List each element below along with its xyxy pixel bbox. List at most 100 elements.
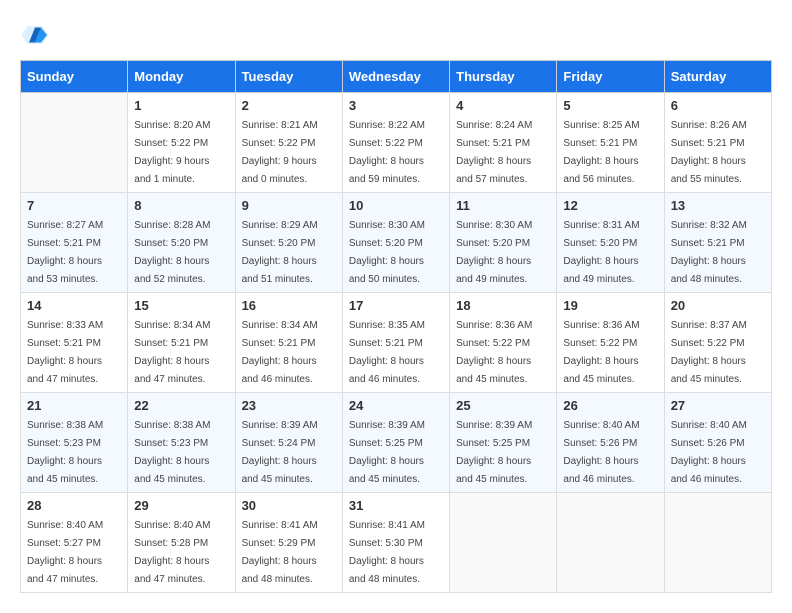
day-number: 17 [349, 298, 443, 313]
day-cell: 6 Sunrise: 8:26 AMSunset: 5:21 PMDayligh… [664, 93, 771, 193]
week-row-5: 28 Sunrise: 8:40 AMSunset: 5:27 PMDaylig… [21, 493, 772, 593]
day-cell: 15 Sunrise: 8:34 AMSunset: 5:21 PMDaylig… [128, 293, 235, 393]
day-info: Sunrise: 8:26 AMSunset: 5:21 PMDaylight:… [671, 120, 747, 185]
day-info: Sunrise: 8:34 AMSunset: 5:21 PMDaylight:… [242, 320, 318, 385]
day-number: 30 [242, 498, 336, 513]
logo [20, 20, 54, 50]
day-info: Sunrise: 8:36 AMSunset: 5:22 PMDaylight:… [456, 320, 532, 385]
day-info: Sunrise: 8:40 AMSunset: 5:26 PMDaylight:… [563, 420, 639, 485]
day-info: Sunrise: 8:31 AMSunset: 5:20 PMDaylight:… [563, 220, 639, 285]
day-cell: 10 Sunrise: 8:30 AMSunset: 5:20 PMDaylig… [342, 193, 449, 293]
day-number: 2 [242, 98, 336, 113]
day-number: 8 [134, 198, 228, 213]
day-number: 5 [563, 98, 657, 113]
day-info: Sunrise: 8:20 AMSunset: 5:22 PMDaylight:… [134, 120, 210, 185]
day-info: Sunrise: 8:32 AMSunset: 5:21 PMDaylight:… [671, 220, 747, 285]
day-info: Sunrise: 8:39 AMSunset: 5:25 PMDaylight:… [349, 420, 425, 485]
day-info: Sunrise: 8:40 AMSunset: 5:26 PMDaylight:… [671, 420, 747, 485]
day-info: Sunrise: 8:27 AMSunset: 5:21 PMDaylight:… [27, 220, 103, 285]
week-row-4: 21 Sunrise: 8:38 AMSunset: 5:23 PMDaylig… [21, 393, 772, 493]
day-info: Sunrise: 8:41 AMSunset: 5:29 PMDaylight:… [242, 520, 318, 585]
day-info: Sunrise: 8:24 AMSunset: 5:21 PMDaylight:… [456, 120, 532, 185]
day-info: Sunrise: 8:29 AMSunset: 5:20 PMDaylight:… [242, 220, 318, 285]
week-row-3: 14 Sunrise: 8:33 AMSunset: 5:21 PMDaylig… [21, 293, 772, 393]
day-cell: 23 Sunrise: 8:39 AMSunset: 5:24 PMDaylig… [235, 393, 342, 493]
day-info: Sunrise: 8:33 AMSunset: 5:21 PMDaylight:… [27, 320, 103, 385]
day-info: Sunrise: 8:41 AMSunset: 5:30 PMDaylight:… [349, 520, 425, 585]
day-number: 28 [27, 498, 121, 513]
day-cell: 1 Sunrise: 8:20 AMSunset: 5:22 PMDayligh… [128, 93, 235, 193]
day-number: 4 [456, 98, 550, 113]
day-cell: 16 Sunrise: 8:34 AMSunset: 5:21 PMDaylig… [235, 293, 342, 393]
week-row-1: 1 Sunrise: 8:20 AMSunset: 5:22 PMDayligh… [21, 93, 772, 193]
day-number: 3 [349, 98, 443, 113]
day-number: 14 [27, 298, 121, 313]
day-number: 19 [563, 298, 657, 313]
day-cell: 31 Sunrise: 8:41 AMSunset: 5:30 PMDaylig… [342, 493, 449, 593]
day-number: 20 [671, 298, 765, 313]
col-header-monday: Monday [128, 61, 235, 93]
day-info: Sunrise: 8:21 AMSunset: 5:22 PMDaylight:… [242, 120, 318, 185]
day-info: Sunrise: 8:40 AMSunset: 5:27 PMDaylight:… [27, 520, 103, 585]
day-info: Sunrise: 8:30 AMSunset: 5:20 PMDaylight:… [456, 220, 532, 285]
day-cell: 3 Sunrise: 8:22 AMSunset: 5:22 PMDayligh… [342, 93, 449, 193]
week-row-2: 7 Sunrise: 8:27 AMSunset: 5:21 PMDayligh… [21, 193, 772, 293]
day-cell: 21 Sunrise: 8:38 AMSunset: 5:23 PMDaylig… [21, 393, 128, 493]
day-number: 22 [134, 398, 228, 413]
day-cell: 22 Sunrise: 8:38 AMSunset: 5:23 PMDaylig… [128, 393, 235, 493]
day-info: Sunrise: 8:22 AMSunset: 5:22 PMDaylight:… [349, 120, 425, 185]
day-number: 6 [671, 98, 765, 113]
logo-icon [20, 20, 50, 50]
day-cell: 2 Sunrise: 8:21 AMSunset: 5:22 PMDayligh… [235, 93, 342, 193]
day-cell [450, 493, 557, 593]
day-cell: 12 Sunrise: 8:31 AMSunset: 5:20 PMDaylig… [557, 193, 664, 293]
day-info: Sunrise: 8:30 AMSunset: 5:20 PMDaylight:… [349, 220, 425, 285]
col-header-friday: Friday [557, 61, 664, 93]
day-number: 21 [27, 398, 121, 413]
col-header-sunday: Sunday [21, 61, 128, 93]
col-header-tuesday: Tuesday [235, 61, 342, 93]
day-info: Sunrise: 8:39 AMSunset: 5:25 PMDaylight:… [456, 420, 532, 485]
day-cell: 30 Sunrise: 8:41 AMSunset: 5:29 PMDaylig… [235, 493, 342, 593]
calendar-table: SundayMondayTuesdayWednesdayThursdayFrid… [20, 60, 772, 593]
day-number: 10 [349, 198, 443, 213]
day-number: 15 [134, 298, 228, 313]
day-cell [664, 493, 771, 593]
day-info: Sunrise: 8:37 AMSunset: 5:22 PMDaylight:… [671, 320, 747, 385]
col-header-thursday: Thursday [450, 61, 557, 93]
day-info: Sunrise: 8:35 AMSunset: 5:21 PMDaylight:… [349, 320, 425, 385]
day-number: 9 [242, 198, 336, 213]
day-info: Sunrise: 8:38 AMSunset: 5:23 PMDaylight:… [134, 420, 210, 485]
day-info: Sunrise: 8:25 AMSunset: 5:21 PMDaylight:… [563, 120, 639, 185]
day-cell: 5 Sunrise: 8:25 AMSunset: 5:21 PMDayligh… [557, 93, 664, 193]
day-number: 23 [242, 398, 336, 413]
header-row: SundayMondayTuesdayWednesdayThursdayFrid… [21, 61, 772, 93]
day-cell: 28 Sunrise: 8:40 AMSunset: 5:27 PMDaylig… [21, 493, 128, 593]
day-info: Sunrise: 8:39 AMSunset: 5:24 PMDaylight:… [242, 420, 318, 485]
day-cell: 18 Sunrise: 8:36 AMSunset: 5:22 PMDaylig… [450, 293, 557, 393]
day-cell: 8 Sunrise: 8:28 AMSunset: 5:20 PMDayligh… [128, 193, 235, 293]
day-number: 12 [563, 198, 657, 213]
day-number: 13 [671, 198, 765, 213]
day-cell: 4 Sunrise: 8:24 AMSunset: 5:21 PMDayligh… [450, 93, 557, 193]
day-cell: 27 Sunrise: 8:40 AMSunset: 5:26 PMDaylig… [664, 393, 771, 493]
day-number: 1 [134, 98, 228, 113]
page-header [20, 20, 772, 50]
day-cell: 9 Sunrise: 8:29 AMSunset: 5:20 PMDayligh… [235, 193, 342, 293]
day-info: Sunrise: 8:38 AMSunset: 5:23 PMDaylight:… [27, 420, 103, 485]
day-cell: 17 Sunrise: 8:35 AMSunset: 5:21 PMDaylig… [342, 293, 449, 393]
day-number: 7 [27, 198, 121, 213]
day-number: 26 [563, 398, 657, 413]
day-cell: 29 Sunrise: 8:40 AMSunset: 5:28 PMDaylig… [128, 493, 235, 593]
day-info: Sunrise: 8:34 AMSunset: 5:21 PMDaylight:… [134, 320, 210, 385]
day-number: 27 [671, 398, 765, 413]
day-number: 16 [242, 298, 336, 313]
day-number: 31 [349, 498, 443, 513]
day-number: 11 [456, 198, 550, 213]
day-info: Sunrise: 8:36 AMSunset: 5:22 PMDaylight:… [563, 320, 639, 385]
day-cell: 14 Sunrise: 8:33 AMSunset: 5:21 PMDaylig… [21, 293, 128, 393]
day-number: 25 [456, 398, 550, 413]
day-cell [21, 93, 128, 193]
day-cell: 25 Sunrise: 8:39 AMSunset: 5:25 PMDaylig… [450, 393, 557, 493]
col-header-wednesday: Wednesday [342, 61, 449, 93]
